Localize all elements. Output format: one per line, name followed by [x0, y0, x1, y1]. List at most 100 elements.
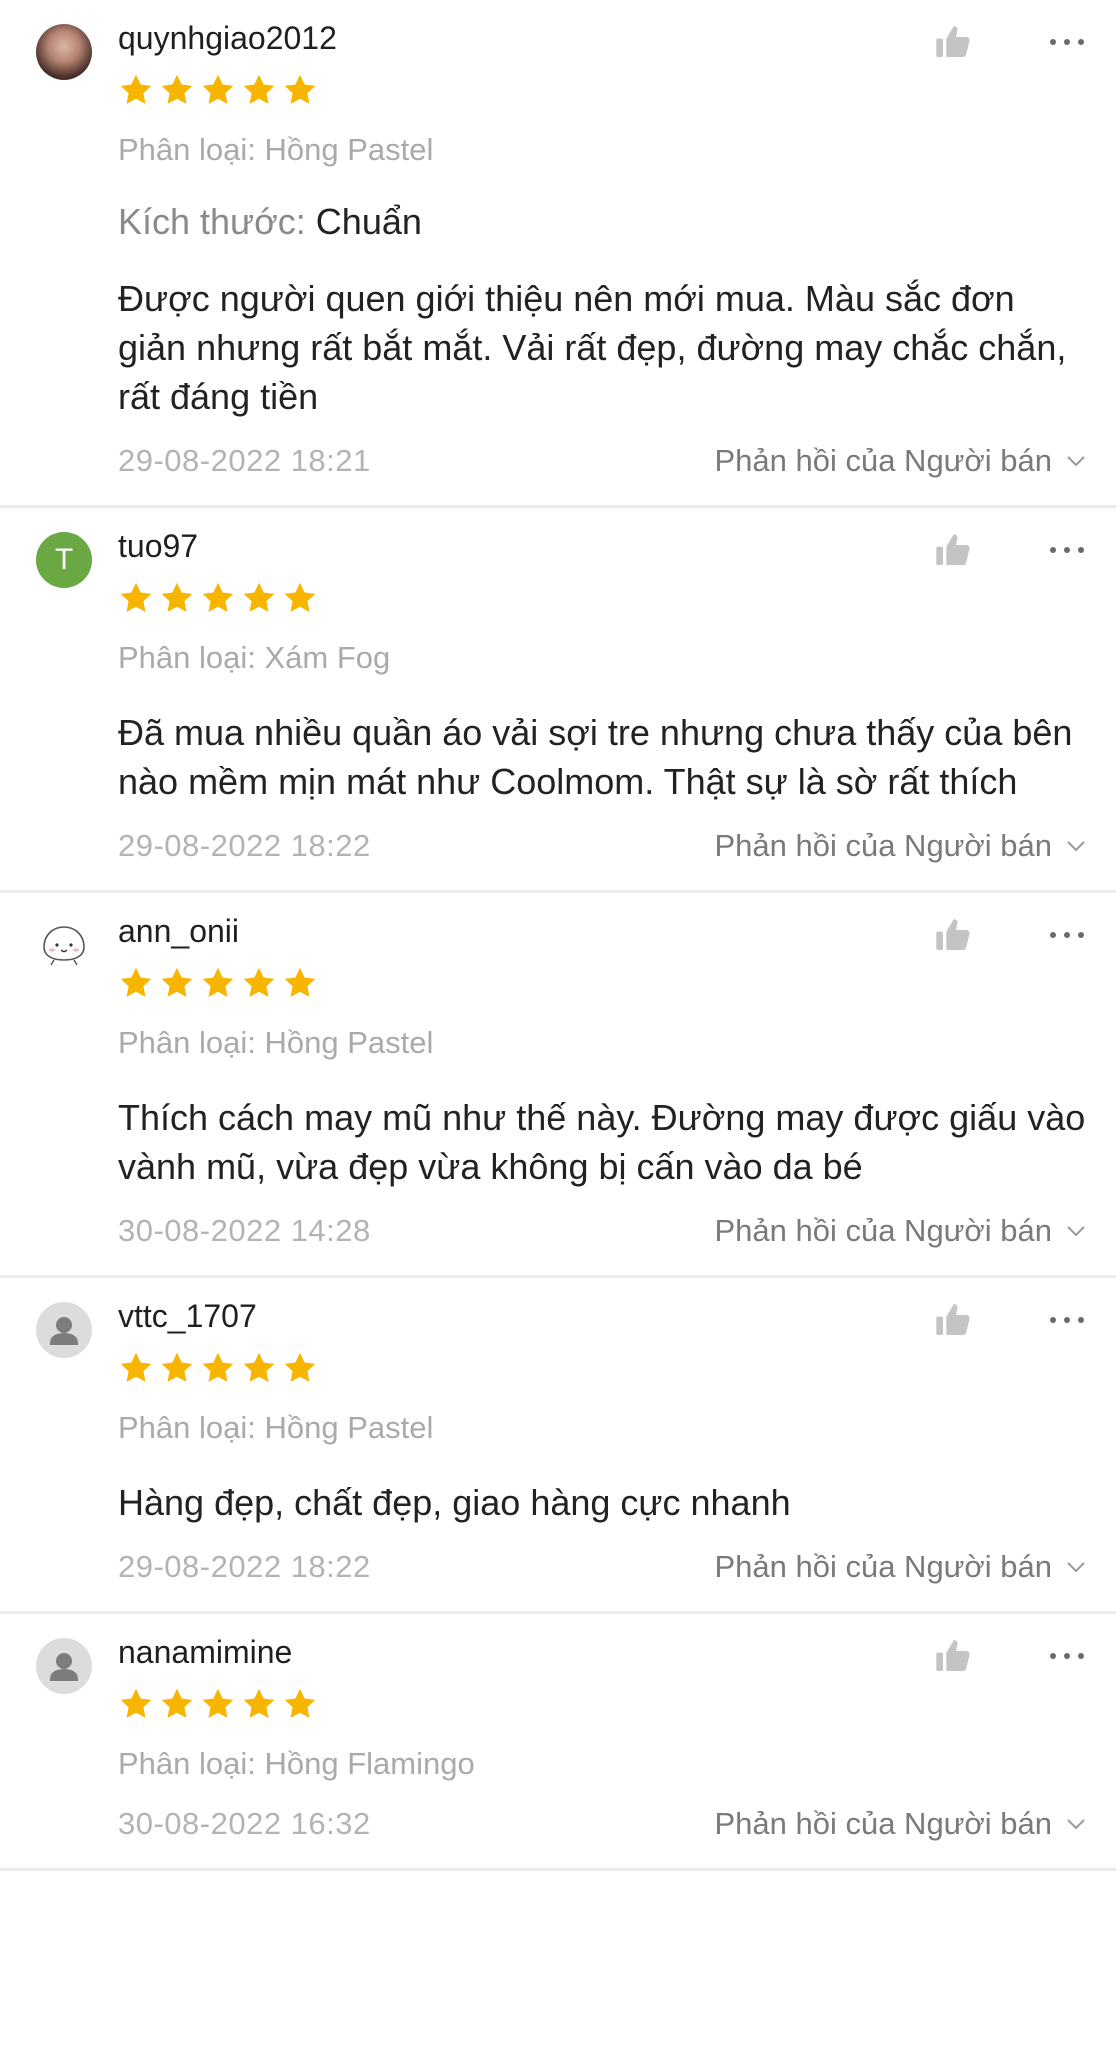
star-icon [202, 74, 234, 104]
star-icon [120, 1688, 152, 1718]
seller-reply-toggle[interactable]: Phản hồi của Người bán [714, 1549, 1086, 1585]
seller-reply-toggle[interactable]: Phản hồi của Người bán [714, 828, 1086, 864]
star-rating [118, 72, 1086, 108]
star-icon [120, 74, 152, 104]
star-icon [161, 1352, 193, 1382]
dot [1064, 547, 1070, 553]
seller-reply-label: Phản hồi của Người bán [714, 828, 1052, 863]
review-timestamp: 30-08-2022 16:32 [118, 1806, 371, 1841]
chevron-down-icon [1067, 1819, 1085, 1830]
dot [1050, 547, 1056, 553]
spec-value: Chuẩn [315, 201, 422, 242]
star-icon [243, 1688, 275, 1718]
star-icon [243, 967, 275, 997]
review-content: vttc_1707 Phân loại: Hồng Pastel Hàng đẹp,… [118, 1296, 1086, 1611]
chevron-down-icon [1067, 1562, 1085, 1573]
review-comment: Thích cách may mũ như thế này. Đường may… [118, 1097, 1086, 1187]
star-icon [243, 74, 275, 104]
review-footer: 29-08-2022 18:22 Phản hồi của Người bán [118, 824, 1086, 890]
review-item: nanamimine Phân loại: Hồng Flamingo 30-08-… [0, 1614, 1116, 1871]
avatar[interactable] [36, 1638, 92, 1694]
thumbs-up-icon[interactable] [932, 915, 974, 955]
avatar[interactable] [36, 1302, 92, 1358]
review-timestamp: 29-08-2022 18:21 [118, 443, 371, 478]
review-footer: 30-08-2022 14:28 Phản hồi của Người bán [118, 1209, 1086, 1275]
dot [1064, 932, 1070, 938]
avatar[interactable]: T [36, 532, 92, 588]
seller-reply-label: Phản hồi của Người bán [714, 1806, 1052, 1841]
dot [1078, 547, 1084, 553]
review-item: ann_onii Phân loại: Hồng Pastel Thích cách… [0, 893, 1116, 1278]
review-item: vttc_1707 Phân loại: Hồng Pastel Hàng đẹp,… [0, 1278, 1116, 1614]
doodle-face-icon [43, 926, 85, 966]
seller-reply-toggle[interactable]: Phản hồi của Người bán [714, 1806, 1086, 1842]
review-comment: Hàng đẹp, chất đẹp, giao hàng cực nhanh [118, 1482, 791, 1523]
dot [1078, 1653, 1084, 1659]
thumbs-up-icon[interactable] [932, 1300, 974, 1340]
seller-reply-toggle[interactable]: Phản hồi của Người bán [714, 443, 1086, 479]
thumbs-up-icon[interactable] [932, 530, 974, 570]
star-icon [243, 582, 275, 612]
review-timestamp: 29-08-2022 18:22 [118, 828, 371, 863]
dot [1050, 932, 1056, 938]
variation-label: Phân loại: Xám Fog [118, 640, 391, 675]
thumbs-up-icon[interactable] [932, 22, 974, 62]
variation-label: Phân loại: Hồng Pastel [118, 1410, 434, 1445]
seller-reply-label: Phản hồi của Người bán [714, 443, 1052, 478]
review-item: quynhgiao2012 Phân loại: Hồng Pastel Kích … [0, 0, 1116, 508]
variation-label: Phân loại: Hồng Pastel [118, 1025, 434, 1060]
more-options-icon[interactable] [1050, 1304, 1084, 1336]
star-icon [161, 967, 193, 997]
star-icon [284, 1688, 316, 1718]
avatar[interactable] [36, 24, 92, 80]
star-icon [284, 582, 316, 612]
star-icon [120, 1352, 152, 1382]
seller-reply-toggle[interactable]: Phản hồi của Người bán [714, 1213, 1086, 1249]
review-comment: Đã mua nhiều quần áo vải sợi tre nhưng c… [118, 712, 1073, 802]
star-rating [118, 965, 1086, 1001]
chevron-down-icon [1067, 456, 1085, 467]
review-content: quynhgiao2012 Phân loại: Hồng Pastel Kích … [118, 18, 1086, 505]
more-options-icon[interactable] [1050, 26, 1084, 58]
star-icon [202, 967, 234, 997]
chevron-down-icon [1067, 1226, 1085, 1237]
review-timestamp: 29-08-2022 18:22 [118, 1549, 371, 1584]
seller-reply-label: Phản hồi của Người bán [714, 1213, 1052, 1248]
review-content: ann_onii Phân loại: Hồng Pastel Thích cách… [118, 911, 1086, 1275]
review-list: quynhgiao2012 Phân loại: Hồng Pastel Kích … [0, 0, 1116, 1871]
star-rating [118, 1686, 1086, 1722]
star-icon [161, 582, 193, 612]
dot [1050, 39, 1056, 45]
size-spec: Kích thước: Chuẩn [118, 200, 1086, 244]
dot [1064, 1317, 1070, 1323]
dot [1078, 39, 1084, 45]
star-icon [161, 1688, 193, 1718]
dot [1050, 1317, 1056, 1323]
thumbs-up-icon[interactable] [932, 1636, 974, 1676]
star-icon [202, 582, 234, 612]
review-item: Ttuo97 Phân loại: Xám Fog Đã mua nhiều quầ… [0, 508, 1116, 893]
star-icon [161, 74, 193, 104]
dot [1078, 1317, 1084, 1323]
more-options-icon[interactable] [1050, 534, 1084, 566]
review-content: tuo97 Phân loại: Xám Fog Đã mua nhiều quần… [118, 526, 1086, 890]
default-user-icon [50, 1653, 78, 1681]
star-icon [120, 967, 152, 997]
review-comment: Được người quen giới thiệu nên mới mua. … [118, 278, 1067, 417]
variation-label: Phân loại: Hồng Flamingo [118, 1746, 475, 1781]
star-icon [284, 967, 316, 997]
star-icon [202, 1688, 234, 1718]
review-footer: 30-08-2022 16:32 Phản hồi của Người bán [118, 1802, 1086, 1868]
more-options-icon[interactable] [1050, 1640, 1084, 1672]
avatar[interactable] [36, 917, 92, 973]
chevron-down-icon [1067, 841, 1085, 852]
star-rating [118, 580, 1086, 616]
star-rating [118, 1350, 1086, 1386]
star-icon [202, 1352, 234, 1382]
more-options-icon[interactable] [1050, 919, 1084, 951]
avatar-letter: T [54, 543, 74, 576]
review-footer: 29-08-2022 18:21 Phản hồi của Người bán [118, 439, 1086, 505]
seller-reply-label: Phản hồi của Người bán [714, 1549, 1052, 1584]
dot [1050, 1653, 1056, 1659]
review-timestamp: 30-08-2022 14:28 [118, 1213, 371, 1248]
